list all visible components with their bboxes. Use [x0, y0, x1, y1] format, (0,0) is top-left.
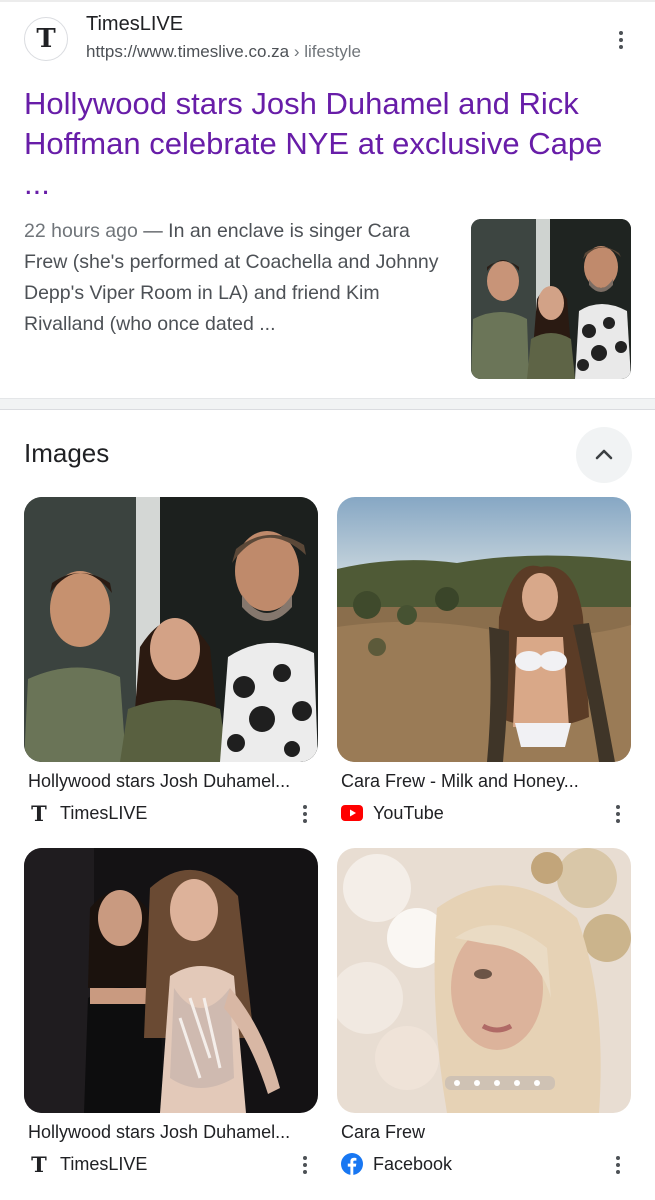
- image-thumbnail[interactable]: [24, 497, 318, 762]
- result-more-options-icon[interactable]: [616, 31, 626, 49]
- image-thumbnail[interactable]: [337, 497, 631, 762]
- image-source-name: YouTube: [373, 802, 444, 823]
- search-result: T TimesLIVE https://www.timeslive.co.za …: [0, 0, 655, 398]
- result-date: 22 hours ago: [24, 220, 138, 242]
- image-thumbnail[interactable]: [24, 848, 318, 1113]
- image-card[interactable]: Hollywood stars Josh Duhamel... T TimesL…: [24, 497, 318, 826]
- result-url-domain: https://www.timeslive.co.za: [86, 42, 290, 61]
- image-card[interactable]: Cara Frew - Milk and Honey... YouTube: [337, 497, 631, 826]
- chevron-up-icon: [595, 449, 613, 460]
- image-source[interactable]: YouTube: [337, 800, 631, 826]
- timeslive-favicon-icon[interactable]: T: [24, 17, 68, 61]
- result-title-link[interactable]: Hollywood stars Josh Duhamel and Rick Ho…: [24, 84, 634, 204]
- result-url[interactable]: https://www.timeslive.co.za › lifestyle: [86, 42, 361, 62]
- youtube-icon: [341, 802, 363, 824]
- result-thumbnail[interactable]: [471, 219, 631, 379]
- image-source[interactable]: T TimesLIVE: [24, 800, 318, 826]
- timeslive-icon: T: [31, 1151, 47, 1177]
- image-caption[interactable]: Hollywood stars Josh Duhamel...: [24, 1122, 318, 1143]
- image-source-name: Facebook: [373, 1153, 453, 1174]
- facebook-icon: [341, 1153, 363, 1175]
- images-section-heading: Images: [24, 438, 110, 468]
- result-snippet: 22 hours ago — In an enclave is singer C…: [24, 216, 444, 340]
- timeslive-icon: T: [31, 800, 47, 826]
- image-caption[interactable]: Cara Frew - Milk and Honey...: [337, 771, 631, 792]
- section-separator: [0, 398, 655, 410]
- image-source-name: TimesLIVE: [60, 802, 148, 823]
- collapse-images-button[interactable]: [576, 427, 632, 483]
- more-options-icon[interactable]: [613, 1156, 623, 1174]
- image-thumbnail[interactable]: [337, 848, 631, 1113]
- image-caption[interactable]: Cara Frew: [337, 1122, 631, 1143]
- result-url-breadcrumb: › lifestyle: [293, 42, 361, 61]
- more-options-icon[interactable]: [300, 1156, 310, 1174]
- image-caption[interactable]: Hollywood stars Josh Duhamel...: [24, 771, 318, 792]
- more-options-icon[interactable]: [300, 805, 310, 823]
- top-divider: [0, 0, 655, 2]
- image-source-name: TimesLIVE: [60, 1153, 148, 1174]
- image-card[interactable]: Cara Frew Facebook: [337, 848, 631, 1177]
- image-source[interactable]: Facebook: [337, 1151, 631, 1177]
- image-source[interactable]: T TimesLIVE: [24, 1151, 318, 1177]
- more-options-icon[interactable]: [613, 805, 623, 823]
- image-card[interactable]: Hollywood stars Josh Duhamel... T TimesL…: [24, 848, 318, 1177]
- result-site-name[interactable]: TimesLIVE: [86, 13, 183, 36]
